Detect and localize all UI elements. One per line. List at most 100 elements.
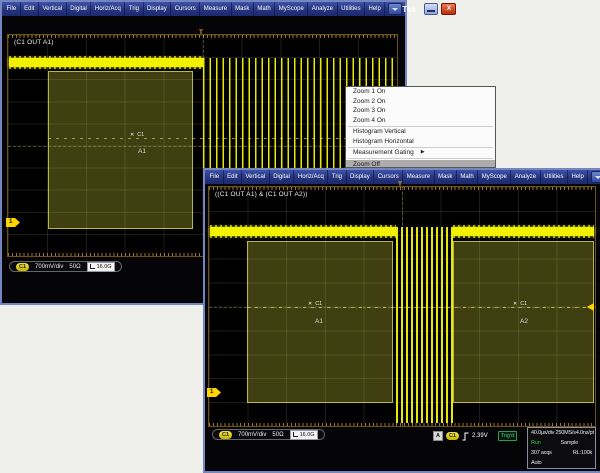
channel-badge[interactable]: C1 (219, 431, 232, 439)
trigger-level-arrow-icon[interactable] (587, 303, 594, 311)
bandwidth-readout[interactable]: 16.0G (290, 430, 318, 440)
bandwidth-readout[interactable]: 16.0G (87, 262, 115, 272)
submenu-arrow-icon: ▶ (421, 148, 425, 158)
menu-file[interactable]: File (3, 2, 21, 16)
menu-mask[interactable]: Mask (232, 2, 254, 16)
menu-measure[interactable]: Measure (403, 170, 434, 184)
minimize-button[interactable] (424, 3, 438, 15)
timebase-readout: 40.0µs/div 250MS/s (531, 430, 576, 436)
menu-bar: File Edit Vertical Digital Horiz/Acq Tri… (205, 170, 600, 184)
chevron-down-icon (392, 8, 398, 11)
zoom-region-a1[interactable] (48, 71, 193, 229)
trigger-mode-readout: Auto (531, 460, 542, 466)
tek-logo: Tek (402, 5, 416, 14)
menu-vertical[interactable]: Vertical (39, 2, 67, 16)
zoom-zone-label-a1: A1 (138, 148, 146, 155)
menu-extension-button[interactable] (591, 171, 600, 183)
trigger-level-line (48, 138, 396, 139)
menu-trig[interactable]: Trig (328, 170, 346, 184)
context-item-zoom-2-on[interactable]: Zoom 2 On (346, 97, 495, 107)
channel-1-marker-icon[interactable]: 1 (207, 388, 221, 397)
menu-measure[interactable]: Measure (200, 2, 231, 16)
context-item-zoom-1-on[interactable]: Zoom 1 On (346, 87, 495, 97)
channel-1-marker-icon[interactable]: 1 (6, 218, 20, 227)
trace-label: (C1 OUT A1) (14, 39, 54, 46)
acquisition-panel[interactable]: 40.0µs/div 250MS/s 4.0ns/pt Run Sample 3… (527, 427, 596, 469)
trace-noise (453, 225, 594, 227)
bandwidth-icon (90, 264, 95, 269)
slope-rising-icon (462, 432, 469, 441)
trigger-readout[interactable]: A C1 2.39V Trig'd (433, 431, 517, 441)
zoom-zone-label-a1: A1 (315, 318, 323, 325)
waveform-high-band (210, 227, 396, 236)
waveform-pulse-burst (396, 227, 453, 423)
trigger-position-icon[interactable]: T (199, 29, 203, 36)
acquisition-mode: Sample (561, 440, 578, 446)
trigger-level-line (247, 307, 594, 308)
window-controls: Tek X (402, 3, 459, 15)
menu-mask[interactable]: Mask (435, 170, 457, 184)
channel-readout[interactable]: C1 700mV/div 50Ω 16.0G (212, 429, 325, 440)
trigger-level-readout: 2.39V (472, 433, 488, 439)
trace-noise (210, 236, 396, 238)
trigger-status-badge: Trig'd (498, 431, 517, 441)
zoom-zone-label-a2: A2 (520, 318, 528, 325)
cursor-x-icon: ✕ (513, 301, 517, 307)
context-item-histogram-horizontal[interactable]: Histogram Horizontal (346, 137, 495, 147)
menu-horiz-acq[interactable]: Horiz/Acq (91, 2, 125, 16)
menu-item-label: Measurement Gating (353, 148, 414, 158)
vertical-readout-bar: C1 700mV/div 50Ω 16.0G (212, 429, 325, 440)
acquisition-state: Run (531, 440, 541, 446)
menu-math[interactable]: Math (457, 170, 478, 184)
context-item-zoom-3-on[interactable]: Zoom 3 On (346, 106, 495, 116)
menu-utilities[interactable]: Utilities (338, 2, 365, 16)
menu-help[interactable]: Help (365, 2, 385, 16)
menu-digital[interactable]: Digital (270, 170, 295, 184)
menu-horiz-acq[interactable]: Horiz/Acq (294, 170, 328, 184)
graticule-display[interactable]: ((C1 OUT A1) & (C1 OUT A2)) ✕ C1 A1 ✕ C1… (208, 186, 596, 427)
trace-label: ((C1 OUT A1) & (C1 OUT A2)) (215, 191, 308, 198)
channel-readout[interactable]: C1 700mV/div 50Ω 16.0G (9, 261, 122, 272)
menu-analyze[interactable]: Analyze (511, 170, 540, 184)
menu-utilities[interactable]: Utilities (541, 170, 568, 184)
context-item-histogram-vertical[interactable]: Histogram Vertical (346, 127, 495, 137)
channel-badge[interactable]: C1 (16, 263, 29, 271)
menu-edit[interactable]: Edit (224, 170, 242, 184)
context-item-zoom-off[interactable]: Zoom Off (346, 160, 495, 169)
context-item-measurement-gating[interactable]: Measurement Gating ▶ (346, 148, 495, 158)
menu-file[interactable]: File (206, 170, 224, 184)
menu-edit[interactable]: Edit (21, 2, 39, 16)
menu-display[interactable]: Display (144, 2, 172, 16)
menu-vertical[interactable]: Vertical (242, 170, 270, 184)
trigger-source-a-icon: A (433, 431, 443, 441)
menu-analyze[interactable]: Analyze (308, 2, 337, 16)
cursor-marker-c1[interactable]: ✕ C1 (513, 301, 527, 307)
trace-noise (453, 236, 594, 238)
bandwidth-value: 16.0G (300, 431, 315, 439)
menu-myscope[interactable]: MyScope (275, 2, 308, 16)
menu-help[interactable]: Help (568, 170, 588, 184)
cursor-marker-c1[interactable]: ✕ C1 (308, 301, 322, 307)
menu-display[interactable]: Display (347, 170, 375, 184)
menu-math[interactable]: Math (254, 2, 275, 16)
waveform-high-band (453, 227, 594, 236)
menu-trig[interactable]: Trig (125, 2, 143, 16)
cursor-label: C1 (137, 132, 144, 138)
bandwidth-value: 16.0G (97, 263, 112, 271)
menu-cursors[interactable]: Cursors (171, 2, 200, 16)
context-item-zoom-4-on[interactable]: Zoom 4 On (346, 116, 495, 126)
waveform-high-band (9, 58, 203, 67)
menu-myscope[interactable]: MyScope (478, 170, 511, 184)
minimize-icon (427, 10, 435, 12)
trigger-channel-badge: C1 (446, 432, 459, 440)
trace-noise (9, 67, 203, 69)
cursor-marker-c1[interactable]: ✕ C1 (130, 132, 144, 138)
cursor-x-icon: ✕ (130, 132, 134, 138)
resolution-readout: 4.0ns/pt (576, 430, 594, 436)
close-button[interactable]: X (441, 3, 456, 15)
menu-digital[interactable]: Digital (67, 2, 92, 16)
chevron-down-icon (595, 176, 600, 179)
trace-noise (9, 56, 203, 58)
trigger-position-icon[interactable]: T (398, 181, 402, 188)
menu-extension-button[interactable] (388, 3, 402, 15)
